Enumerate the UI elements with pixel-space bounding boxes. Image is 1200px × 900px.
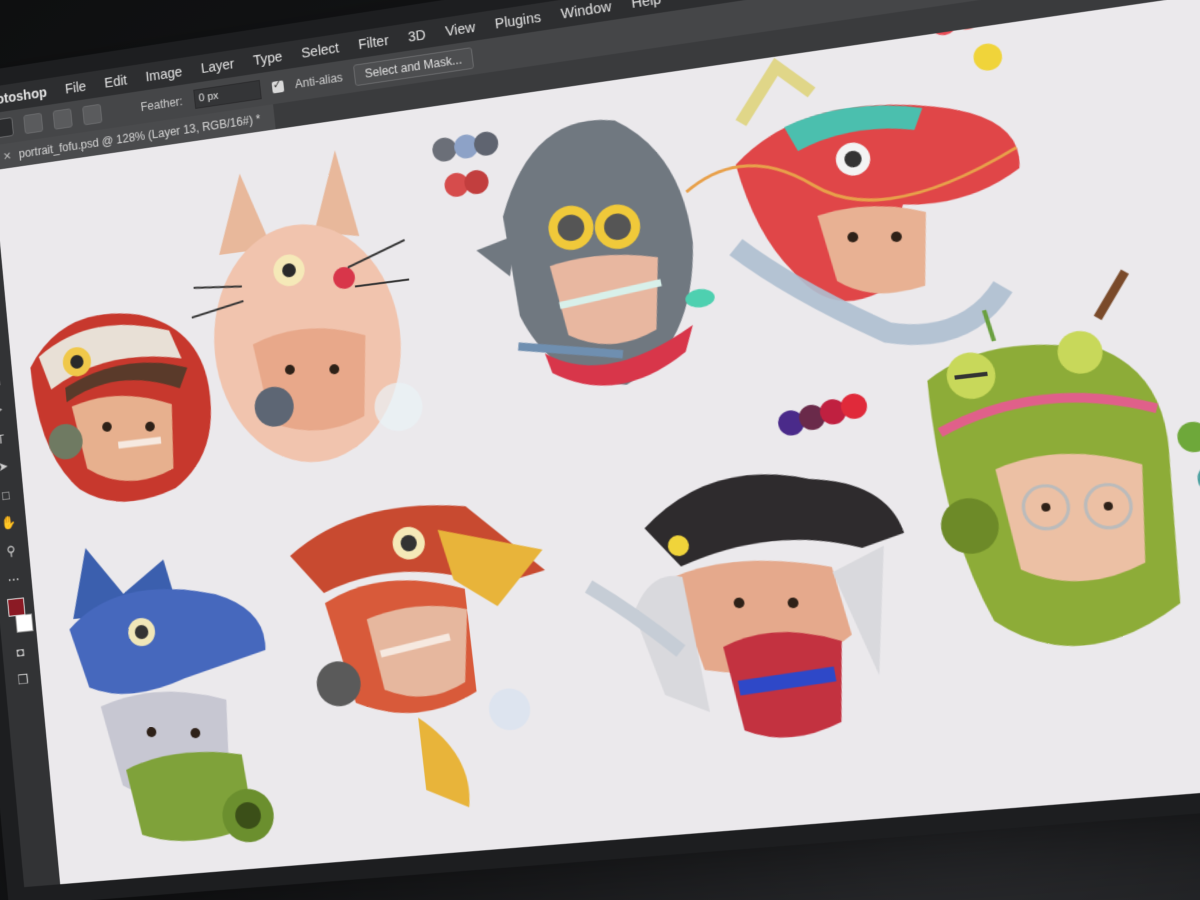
dragon-helmet-portrait bbox=[672, 34, 1042, 360]
quick-mask-icon[interactable]: ◘ bbox=[10, 641, 31, 663]
menu-image[interactable]: Image bbox=[145, 64, 183, 85]
add-selection-button[interactable] bbox=[23, 112, 44, 135]
feather-label: Feather: bbox=[140, 94, 184, 115]
zoom-icon[interactable]: ⚲ bbox=[1, 541, 21, 563]
menu-plugins[interactable]: Plugins bbox=[494, 9, 542, 32]
gradient-icon[interactable]: ▭ bbox=[0, 372, 6, 394]
photo-scene: hotoshop File Edit Image Layer Type Sele… bbox=[0, 0, 1200, 900]
hand-icon[interactable]: ✋ bbox=[0, 512, 19, 534]
screen-mode-icon[interactable]: ❐ bbox=[13, 669, 34, 691]
new-selection-button[interactable] bbox=[0, 116, 15, 139]
menu-window[interactable]: Window bbox=[560, 0, 612, 22]
menu-help[interactable]: Help bbox=[631, 0, 662, 11]
menu-view[interactable]: View bbox=[444, 19, 476, 39]
wolf-gasmask-portrait bbox=[66, 538, 277, 846]
antialias-label: Anti-alias bbox=[294, 70, 344, 92]
intersect-selection-button[interactable] bbox=[82, 103, 103, 126]
rabbit-helmet-portrait bbox=[177, 148, 426, 473]
pen-icon[interactable]: ✒ bbox=[0, 400, 8, 422]
type-icon[interactable]: T bbox=[0, 428, 11, 450]
path-select-icon[interactable]: ➤ bbox=[0, 456, 13, 478]
menu-edit[interactable]: Edit bbox=[104, 72, 128, 91]
eraser-icon[interactable]: ▱ bbox=[0, 344, 3, 366]
menu-3d[interactable]: 3D bbox=[407, 27, 426, 45]
shark-helmet-portrait bbox=[475, 108, 716, 397]
subtract-selection-button[interactable] bbox=[52, 108, 73, 130]
app-name[interactable]: hotoshop bbox=[0, 84, 47, 108]
menu-type[interactable]: Type bbox=[252, 48, 283, 68]
background-color-swatch[interactable] bbox=[15, 613, 34, 633]
antialias-checkbox[interactable] bbox=[271, 80, 285, 94]
eagle-helmet-portrait bbox=[286, 492, 549, 811]
close-tab-icon[interactable]: ✕ bbox=[2, 149, 12, 163]
menu-select[interactable]: Select bbox=[301, 40, 340, 61]
menu-file[interactable]: File bbox=[64, 78, 86, 96]
more-tools-icon[interactable]: ⋯ bbox=[3, 569, 23, 591]
menu-filter[interactable]: Filter bbox=[357, 32, 389, 52]
tiger-helmet-portrait bbox=[26, 301, 220, 512]
menu-layer[interactable]: Layer bbox=[200, 56, 235, 76]
cap-oni-mask-portrait bbox=[577, 459, 906, 743]
monitor-screen: hotoshop File Edit Image Layer Type Sele… bbox=[0, 0, 1200, 888]
feather-input[interactable] bbox=[192, 79, 262, 109]
foreground-color-swatch[interactable] bbox=[7, 597, 26, 617]
shape-icon[interactable]: □ bbox=[0, 484, 16, 506]
